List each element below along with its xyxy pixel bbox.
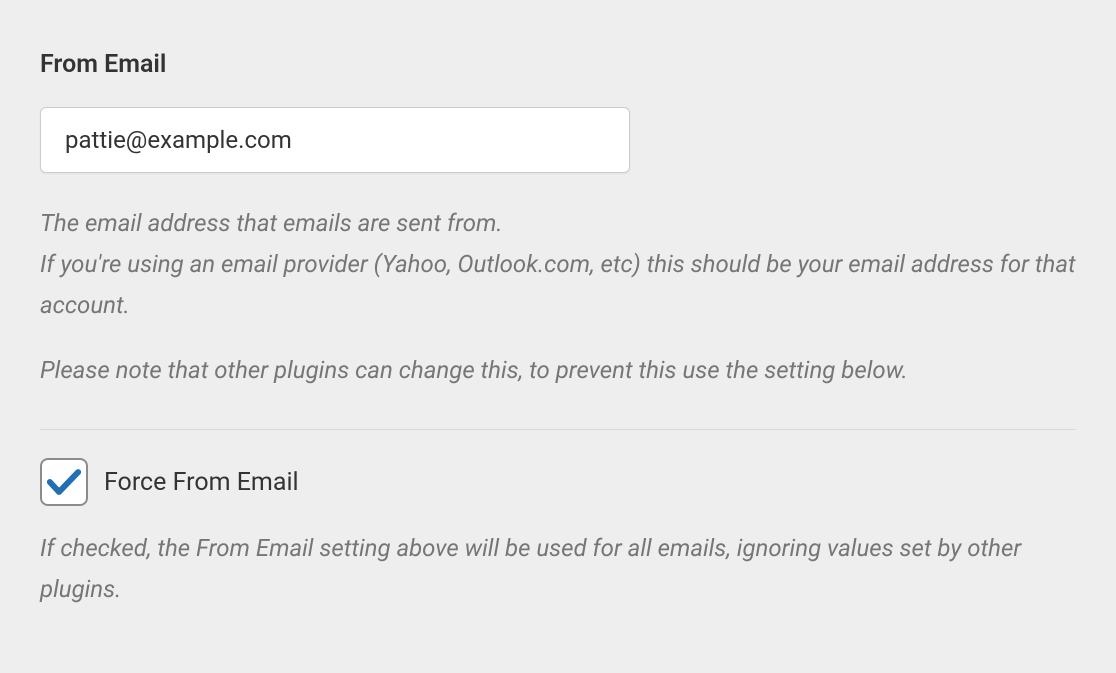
from-email-help-2: Please note that other plugins can chang… [40,350,1076,391]
checkmark-icon [47,466,81,498]
from-email-help-line-3: Please note that other plugins can chang… [40,350,1076,391]
from-email-help-line-2: If you're using an email provider (Yahoo… [40,244,1076,326]
section-divider [40,429,1076,430]
force-from-email-row: Force From Email [40,458,1076,506]
force-from-email-label[interactable]: Force From Email [104,468,299,497]
from-email-label: From Email [40,50,1076,79]
force-from-email-checkbox[interactable] [40,458,88,506]
force-from-email-help: If checked, the From Email setting above… [40,528,1076,610]
from-email-help-line-1: The email address that emails are sent f… [40,203,1076,244]
from-email-input[interactable] [40,107,630,173]
from-email-help-1: The email address that emails are sent f… [40,203,1076,325]
